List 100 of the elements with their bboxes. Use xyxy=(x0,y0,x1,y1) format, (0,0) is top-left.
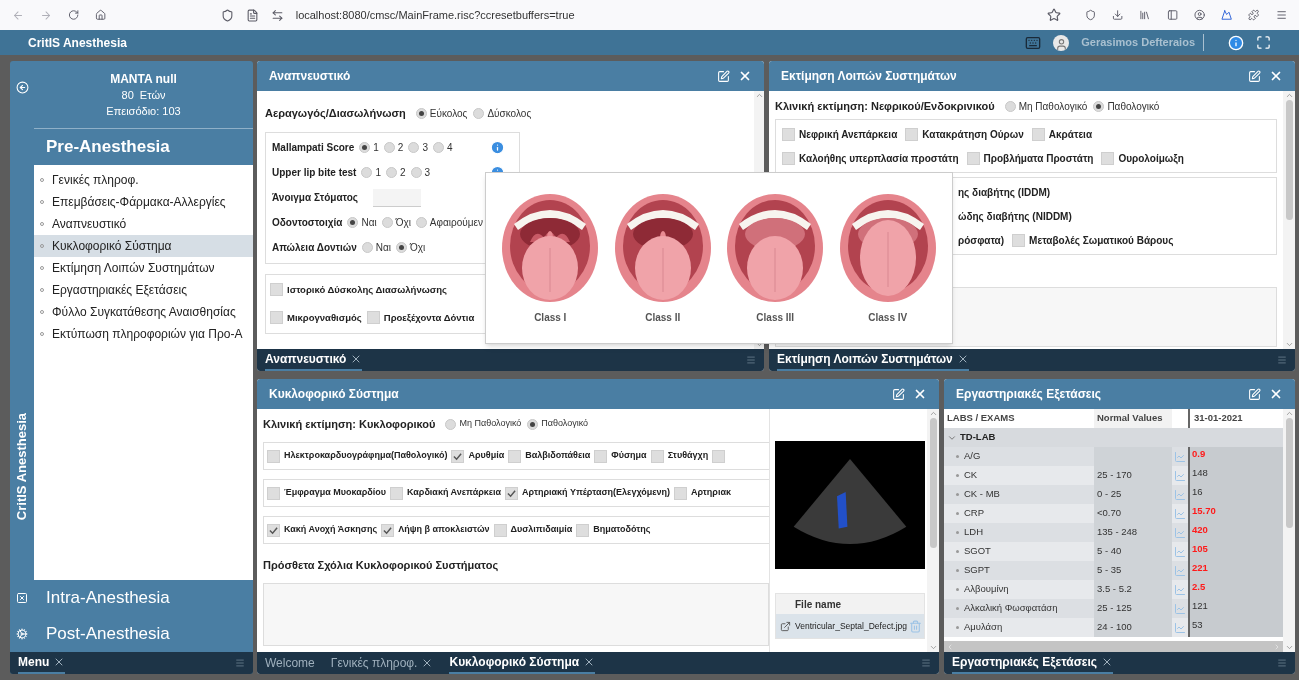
menu-item[interactable]: Κυκλοφορικό Σύστημα xyxy=(34,235,253,257)
radio-button[interactable] xyxy=(527,418,539,430)
checkbox[interactable] xyxy=(267,449,280,463)
chart-icon[interactable] xyxy=(1174,488,1186,501)
chart-icon[interactable] xyxy=(1174,507,1186,520)
tab[interactable]: Εργαστηριακές Εξετάσεις xyxy=(952,652,1114,674)
tab[interactable]: Κυκλοφορικό Σύστημα xyxy=(449,652,596,674)
menu-item[interactable]: Εργαστηριακές Εξετάσεις xyxy=(34,279,253,301)
radio-button[interactable] xyxy=(408,142,420,153)
checkbox[interactable] xyxy=(905,127,919,141)
radio-button[interactable] xyxy=(359,142,371,153)
checkbox[interactable] xyxy=(508,449,522,463)
menu-item[interactable]: Εκτίμηση Λοιπών Συστημάτων xyxy=(34,257,253,279)
extension-icon[interactable] xyxy=(1221,8,1233,22)
scrollbar-thumb[interactable] xyxy=(929,418,937,548)
input-field[interactable] xyxy=(373,188,422,207)
tab[interactable]: Welcome xyxy=(265,652,315,674)
radio-button[interactable] xyxy=(415,107,427,119)
menu-item[interactable]: Γενικές πληροφ. xyxy=(34,169,253,191)
collapse-icon[interactable] xyxy=(15,81,29,94)
checkbox[interactable] xyxy=(782,151,795,165)
close-icon[interactable] xyxy=(913,387,927,401)
chart-icon[interactable] xyxy=(1174,564,1186,577)
scroll-right-icon[interactable] xyxy=(1273,642,1281,651)
notes-field[interactable] xyxy=(263,582,769,646)
checkbox[interactable] xyxy=(594,449,608,463)
popout-icon[interactable] xyxy=(1248,69,1261,83)
popout-icon[interactable] xyxy=(717,69,730,83)
radio-button[interactable] xyxy=(361,167,373,178)
radio-button[interactable] xyxy=(396,242,408,253)
radio-button[interactable] xyxy=(432,142,444,153)
scroll-left-icon[interactable] xyxy=(946,642,954,651)
checkbox[interactable] xyxy=(782,127,795,141)
download-icon[interactable] xyxy=(1112,8,1124,22)
checkbox[interactable] xyxy=(451,449,465,463)
info-icon[interactable] xyxy=(1228,34,1244,51)
close-icon[interactable] xyxy=(738,69,752,83)
bookmark-star-icon[interactable] xyxy=(1046,8,1061,22)
chart-icon[interactable] xyxy=(1174,545,1186,558)
chart-icon[interactable] xyxy=(1174,602,1186,615)
checkbox[interactable] xyxy=(390,486,403,500)
tab[interactable]: Εκτίμηση Λοιπών Συστημάτων xyxy=(777,349,969,371)
menu-item[interactable]: Επεμβάσεις-Φάρμακα-Αλλεργίες xyxy=(34,191,253,213)
scrollbar-thumb[interactable] xyxy=(1285,418,1293,528)
scroll-up-icon[interactable] xyxy=(1284,409,1294,418)
keyboard-icon[interactable] xyxy=(1025,34,1042,51)
chart-icon[interactable] xyxy=(1174,450,1186,463)
account-icon[interactable] xyxy=(1193,8,1206,22)
checkbox[interactable] xyxy=(366,311,380,325)
sidebar-icon[interactable] xyxy=(1166,8,1178,22)
popout-icon[interactable] xyxy=(1248,387,1261,401)
checkbox[interactable] xyxy=(267,523,280,537)
radio-button[interactable] xyxy=(473,107,485,119)
radio-button[interactable] xyxy=(1093,100,1105,112)
trash-icon[interactable] xyxy=(909,619,922,633)
checkbox[interactable] xyxy=(270,283,283,297)
checkbox[interactable] xyxy=(267,486,280,500)
checkbox[interactable] xyxy=(493,523,507,537)
tab[interactable]: Menu xyxy=(18,652,66,674)
scroll-up-icon[interactable] xyxy=(928,409,938,418)
menu-icon[interactable] xyxy=(1275,8,1287,22)
checkbox[interactable] xyxy=(1012,233,1026,247)
tree-group[interactable]: TD-LAB xyxy=(944,428,1283,447)
radio-button[interactable] xyxy=(361,242,373,253)
scroll-up-icon[interactable] xyxy=(754,91,764,100)
radio-button[interactable] xyxy=(383,142,395,153)
checkbox[interactable] xyxy=(966,151,980,165)
checkbox[interactable] xyxy=(1031,127,1045,141)
radio-button[interactable] xyxy=(445,418,457,430)
home-icon[interactable] xyxy=(95,8,107,22)
radio-button[interactable] xyxy=(381,217,393,228)
section-header[interactable]: Intra-Anesthesia xyxy=(34,580,253,616)
square-x-icon[interactable] xyxy=(16,592,28,604)
chart-icon[interactable] xyxy=(1174,583,1186,596)
checkbox[interactable] xyxy=(674,486,688,500)
scroll-down-icon[interactable] xyxy=(928,643,938,652)
checkbox[interactable] xyxy=(381,523,395,537)
radio-button[interactable] xyxy=(386,167,397,178)
scrollbar-thumb[interactable] xyxy=(1285,100,1293,220)
chart-icon[interactable] xyxy=(1174,526,1186,539)
fullscreen-icon[interactable] xyxy=(1256,35,1271,50)
chart-icon[interactable] xyxy=(1174,621,1186,634)
menu-item[interactable]: Εκτύπωση πληροφοριών για Προ-Α xyxy=(34,323,253,345)
radio-button[interactable] xyxy=(410,167,422,178)
radio-button[interactable] xyxy=(415,217,427,228)
scroll-down-icon[interactable] xyxy=(1284,643,1294,652)
section-header[interactable]: Pre-Anesthesia xyxy=(34,129,253,165)
file-row[interactable]: Ventricular_Septal_Defect.jpg xyxy=(776,614,924,638)
scroll-down-icon[interactable] xyxy=(1284,340,1294,349)
menu-item[interactable]: Φύλλο Συγκατάθεσης Αναισθησίας xyxy=(34,301,253,323)
chart-icon[interactable] xyxy=(1174,469,1186,482)
reload-icon[interactable] xyxy=(68,8,80,22)
popout-icon[interactable] xyxy=(892,387,905,401)
checkbox[interactable] xyxy=(712,449,726,463)
checkbox[interactable] xyxy=(270,311,283,325)
address-bar[interactable]: localhost:8080/cmsc/MainFrame.risc?ccresetbuffers=true xyxy=(212,3,1069,27)
tab[interactable]: Γενικές πληροφ. xyxy=(330,652,434,674)
section-header[interactable]: Post-Anesthesia xyxy=(34,616,253,652)
puzzle-icon[interactable] xyxy=(1248,8,1260,22)
checkbox[interactable] xyxy=(505,486,519,500)
